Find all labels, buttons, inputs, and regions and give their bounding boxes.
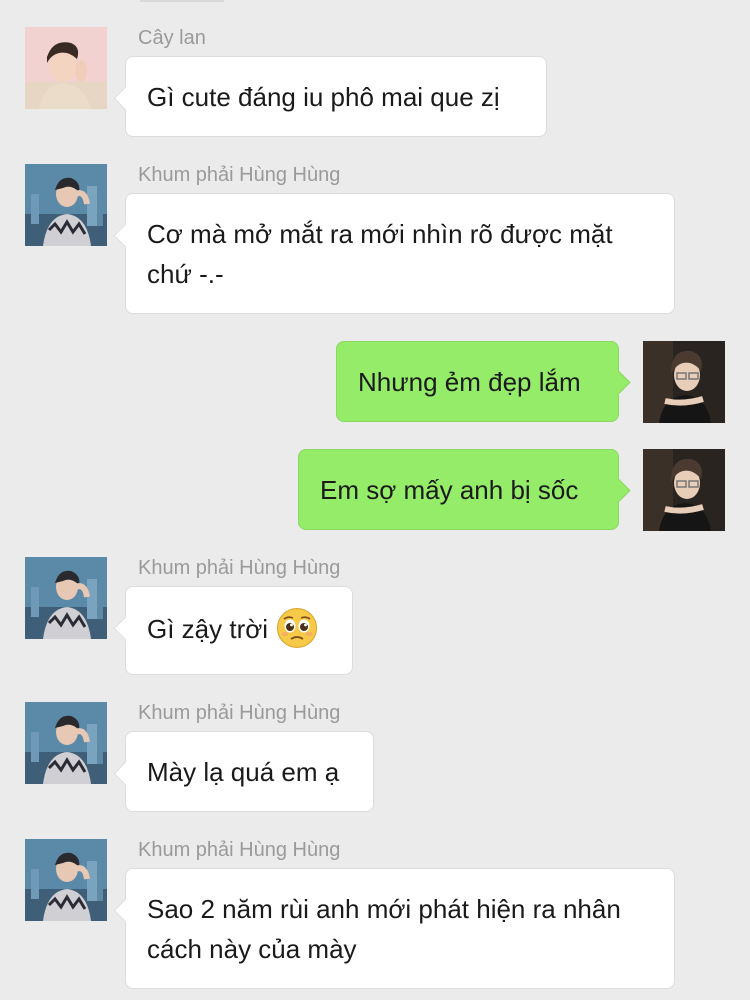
message-bubble[interactable]: Em sợ mấy anh bị sốc [298,449,619,530]
divider [140,0,224,2]
message-text: Em sợ mấy anh bị sốc [320,475,579,505]
sender-name: Khum phải Hùng Hùng [138,557,341,579]
sender-name: Khum phải Hùng Hùng [138,164,341,186]
avatar-image [643,449,725,531]
avatar-khum-phai-hung-hung[interactable] [25,164,107,246]
avatar-self[interactable] [643,449,725,531]
avatar-image [25,839,107,921]
message-text: Mày lạ quá em ạ [147,757,340,787]
message-bubble[interactable]: Gì cute đáng iu phô mai que zị [125,56,547,137]
avatar-khum-phai-hung-hung[interactable] [25,839,107,921]
message-text: Sao 2 năm rùi anh mới phát hiện ra nhân … [147,894,621,964]
sender-name: Cây lan [138,27,206,49]
avatar-image [25,702,107,784]
avatar-khum-phai-hung-hung[interactable] [25,557,107,639]
message-text: Nhưng ẻm đẹp lắm [358,367,581,397]
message-bubble[interactable]: Sao 2 năm rùi anh mới phát hiện ra nhân … [125,868,675,989]
avatar-image [25,27,107,109]
avatar-image [25,557,107,639]
avatar-cay-lan[interactable] [25,27,107,109]
avatar-self[interactable] [643,341,725,423]
message-bubble[interactable]: Nhưng ẻm đẹp lắm [336,341,619,422]
message-text: Gì zậy trời [147,614,269,644]
message-text: Gì cute đáng iu phô mai que zị [147,82,500,112]
message-bubble[interactable]: Gì zậy trời [125,586,353,675]
pleading-face-emoji [276,607,318,649]
avatar-image [25,164,107,246]
message-bubble[interactable]: Mày lạ quá em ạ [125,731,374,812]
avatar-khum-phai-hung-hung[interactable] [25,702,107,784]
message-text: Cơ mà mở mắt ra mới nhìn rõ được mặt chứ… [147,219,613,289]
avatar-image [643,341,725,423]
sender-name: Khum phải Hùng Hùng [138,839,341,861]
message-bubble[interactable]: Cơ mà mở mắt ra mới nhìn rõ được mặt chứ… [125,193,675,314]
sender-name: Khum phải Hùng Hùng [138,702,341,724]
